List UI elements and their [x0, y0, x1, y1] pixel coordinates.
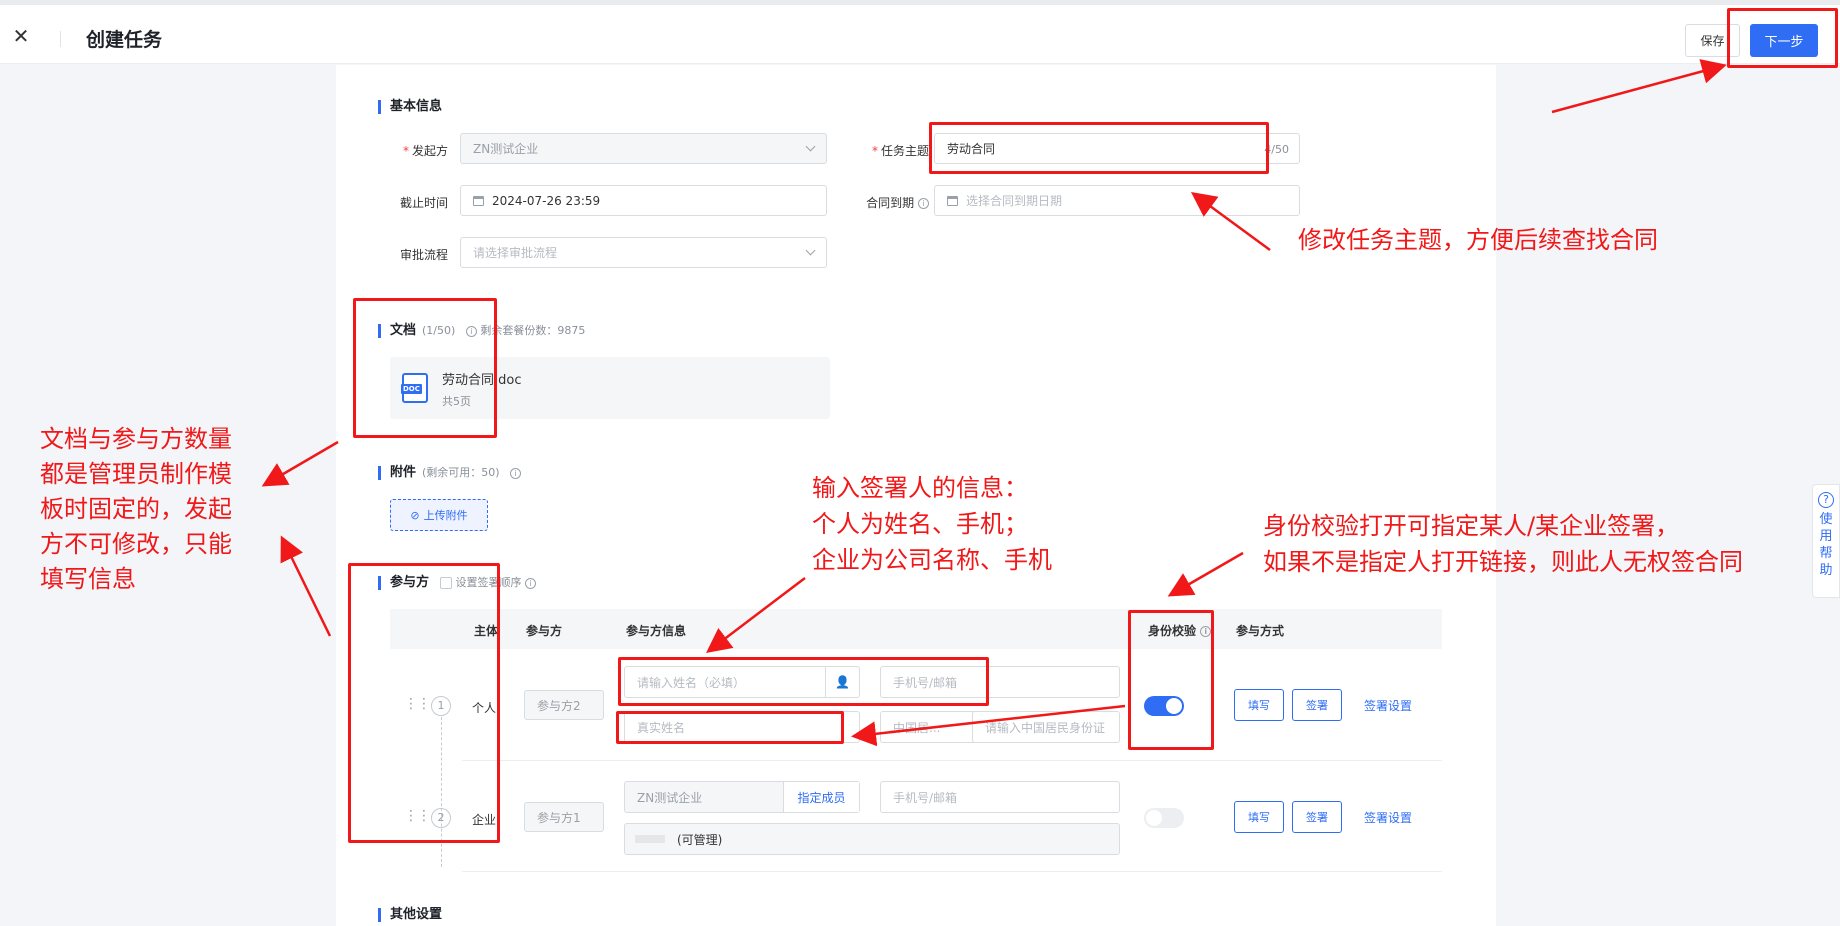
- annotation-subject-note: 修改任务主题，方便后续查找合同: [1298, 226, 1658, 254]
- annotation-idcheck-note: 身份校验打开可指定某人/某企业签署， 如果不是指定人打开链接，则此人无权签合同: [1263, 512, 1743, 576]
- annotation-doc-note: 文档与参与方数量 都是管理员制作模 板时固定的，发起 方不可修改，只能 填写信息: [40, 425, 232, 593]
- annotation-signer-note: 输入签署人的信息： 个人为姓名、手机； 企业为公司名称、手机: [812, 474, 1052, 574]
- annotation-arrows: [261, 59, 1727, 747]
